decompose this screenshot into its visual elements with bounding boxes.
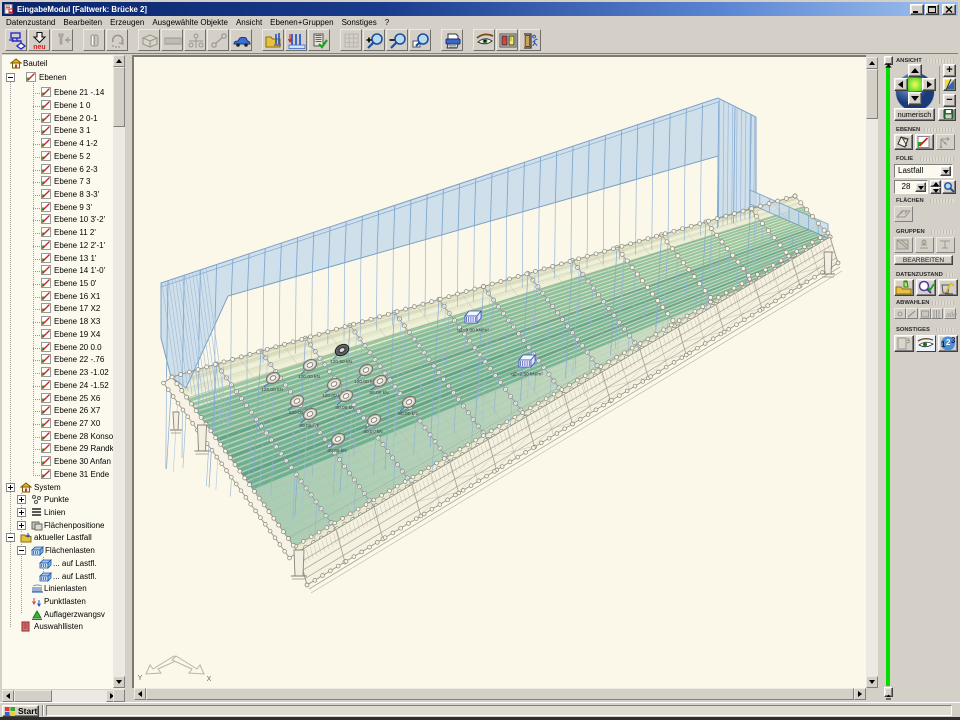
svg-text:120.60 kN: 120.60 kN <box>330 359 352 365</box>
svg-text:qZ=2.50 kN/m²: qZ=2.50 kN/m² <box>511 372 543 378</box>
svg-text:Y: Y <box>138 675 143 682</box>
svg-text:3: 3 <box>951 336 956 345</box>
svg-text:120.00 kN: 120.00 kN <box>261 387 283 393</box>
svg-text:80.00 kN: 80.00 kN <box>398 411 418 417</box>
svg-text:80.00 kN: 80.00 kN <box>299 423 319 429</box>
svg-text:X: X <box>207 676 212 683</box>
svg-text:120.00 kN: 120.00 kN <box>298 374 320 380</box>
svg-text:120.00: 120.00 <box>289 410 304 416</box>
svg-text:80.00 kN: 80.00 kN <box>335 405 355 411</box>
svg-text:alle: alle <box>946 312 957 319</box>
svg-text:qZ=9.00 kN/m²: qZ=9.00 kN/m² <box>457 328 489 334</box>
svg-text:neu: neu <box>33 44 45 50</box>
svg-text:80.00 kN: 80.00 kN <box>369 390 389 396</box>
svg-text:80.00 kN: 80.00 kN <box>327 448 347 454</box>
svg-text:80.00 kN: 80.00 kN <box>363 429 383 435</box>
